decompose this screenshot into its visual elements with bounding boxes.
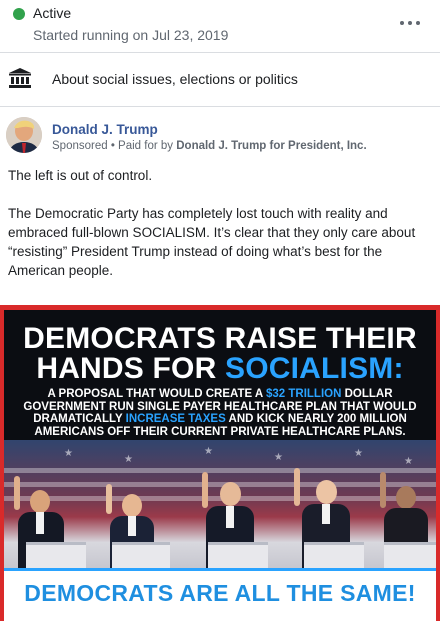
ad-status-row: Active Started running on Jul 23, 2019 [0, 0, 440, 52]
sponsored-disclaimer: Sponsored • Paid for by Donald J. Trump … [52, 140, 367, 152]
started-running-date: Started running on Jul 23, 2019 [33, 27, 229, 43]
more-options-button[interactable] [398, 13, 422, 33]
sponsored-label: Sponsored [52, 140, 108, 152]
creative-border [0, 305, 440, 621]
post-paragraph-2: The Democratic Party has completely lost… [8, 206, 416, 278]
ad-category-row: About social issues, elections or politi… [0, 53, 440, 106]
ad-creative-image[interactable]: DEMOCRATS RAISE THEIR HANDS FOR SOCIALIS… [0, 305, 440, 621]
active-status-dot [13, 8, 25, 20]
paid-for-entity: Donald J. Trump for President, Inc. [176, 140, 367, 152]
status-label: Active [33, 5, 72, 21]
divider [0, 106, 440, 107]
building-columns-icon [9, 68, 31, 88]
category-label: About social issues, elections or politi… [52, 71, 298, 87]
paid-for-prefix: • Paid for by [110, 140, 174, 152]
advertiser-name-link[interactable]: Donald J. Trump [52, 122, 158, 137]
advertiser-avatar[interactable] [6, 117, 42, 153]
post-paragraph-1: The left is out of control. [8, 168, 153, 183]
